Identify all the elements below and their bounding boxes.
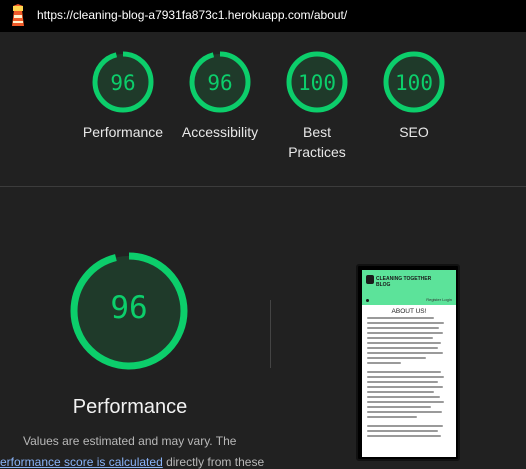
gauge-performance[interactable]: 96 Performance [78, 50, 168, 142]
estimate-note-line2: erformance score is calculated directly … [0, 455, 264, 469]
estimate-note: Values are estimated and may vary. The [23, 434, 237, 448]
gauge-label: Accessibility [181, 124, 259, 140]
performance-gauge-large: 96 [68, 250, 190, 372]
performance-score: 96 [110, 290, 148, 326]
top-bar: https://cleaning-blog-a7931fa873c1.herok… [0, 0, 526, 32]
gauge-score: 96 [110, 71, 136, 95]
section-divider [0, 186, 526, 187]
gauge-best-practices[interactable]: 100 Best Practices [272, 50, 362, 162]
gauge-label: SEO [399, 124, 429, 140]
gauge-accessibility[interactable]: 96 Accessibility [175, 50, 265, 142]
vertical-divider [270, 300, 271, 368]
thumbnail-login: Register Login [426, 297, 452, 302]
menu-icon [366, 299, 369, 302]
thumbnail-heading: ABOUT US! [391, 308, 427, 315]
gauge-label: Performance [82, 124, 164, 140]
gauge-seo[interactable]: 100 SEO [369, 50, 459, 142]
thumbnail-brand: CLEANING TOGETHER BLOG [376, 276, 432, 288]
thumbnail-page: CLEANING TOGETHER BLOG Register Login AB… [362, 270, 456, 457]
score-gauges: 96 Performance 96 Accessibility 100 Best… [0, 50, 526, 170]
gauge-score: 100 [298, 71, 336, 95]
gauge-score: 96 [207, 71, 233, 95]
thumbnail-header: CLEANING TOGETHER BLOG Register Login [362, 270, 456, 305]
page-screenshot-thumbnail[interactable]: CLEANING TOGETHER BLOG Register Login AB… [356, 264, 460, 461]
thumbnail-body-text [362, 315, 456, 442]
note-text: directly from these [162, 455, 265, 469]
score-calculation-link[interactable]: erformance score is calculated [0, 455, 163, 469]
broom-icon [366, 275, 374, 284]
gauge-score: 100 [395, 71, 433, 95]
lighthouse-icon [12, 4, 24, 26]
url-text[interactable]: https://cleaning-blog-a7931fa873c1.herok… [37, 8, 347, 22]
gauge-label: Best Practices [288, 124, 346, 160]
performance-title: Performance [72, 396, 188, 418]
